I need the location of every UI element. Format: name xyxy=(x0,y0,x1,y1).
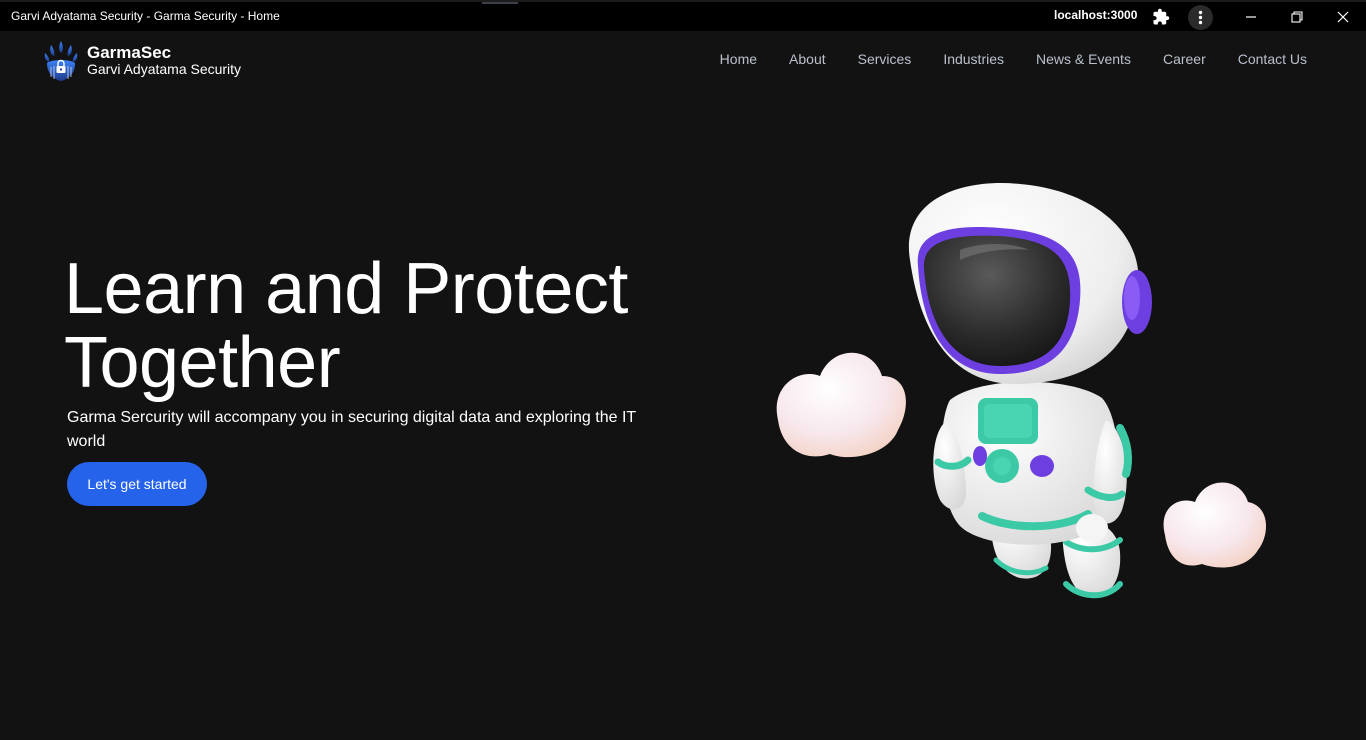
hero-title: Learn and Protect Together xyxy=(64,252,704,400)
hero-subtitle: Garma Sercurity will accompany you in se… xyxy=(67,409,636,450)
window-title: Garvi Adyatama Security - Garma Security… xyxy=(11,9,280,23)
close-icon[interactable] xyxy=(1332,6,1354,28)
puzzle-icon[interactable] xyxy=(1152,8,1170,26)
nav-news-events[interactable]: News & Events xyxy=(1036,51,1131,67)
brand-name[interactable]: GarmaSec xyxy=(87,43,171,63)
site-navbar: GarmaSec Garvi Adyatama Security Home Ab… xyxy=(0,31,1366,91)
url-display[interactable]: localhost:3000 xyxy=(1054,8,1137,22)
garmasec-logo[interactable] xyxy=(42,39,80,83)
main-nav: Home About Services Industries News & Ev… xyxy=(688,51,1307,67)
get-started-button[interactable]: Let's get started xyxy=(67,462,207,506)
nav-contact-us[interactable]: Contact Us xyxy=(1238,51,1307,67)
nav-industries[interactable]: Industries xyxy=(943,51,1004,67)
hero-title-line2: Together xyxy=(64,323,341,403)
window-titlebar: Garvi Adyatama Security - Garma Security… xyxy=(0,0,1366,31)
nav-home[interactable]: Home xyxy=(720,51,757,67)
hero-title-line1: Learn and Protect xyxy=(64,249,628,329)
astronaut xyxy=(908,183,1152,599)
cloud-left xyxy=(776,352,906,458)
browser-menu-button[interactable] xyxy=(1188,5,1213,30)
brand-subtitle: Garvi Adyatama Security xyxy=(87,61,242,77)
minimize-icon[interactable] xyxy=(1240,6,1262,28)
cloud-right xyxy=(1163,482,1267,568)
more-vertical-icon xyxy=(1198,10,1203,25)
nav-services[interactable]: Services xyxy=(858,51,912,67)
loading-indicator xyxy=(482,2,518,4)
restore-icon[interactable] xyxy=(1286,6,1308,28)
nav-about[interactable]: About xyxy=(789,51,826,67)
astronaut-illustration xyxy=(776,183,1267,599)
nav-career[interactable]: Career xyxy=(1163,51,1206,67)
